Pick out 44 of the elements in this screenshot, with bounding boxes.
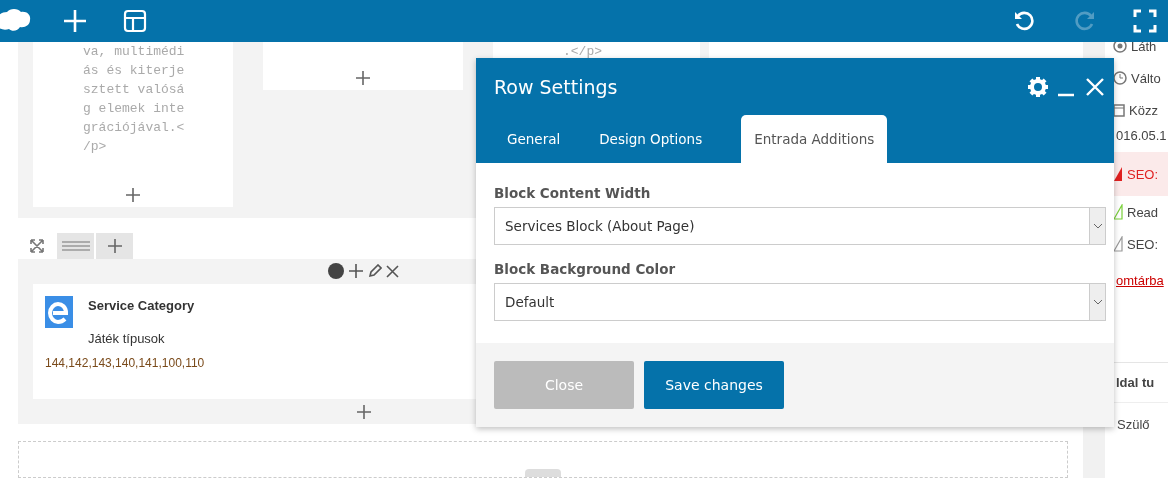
- bar-icon: [1113, 204, 1123, 220]
- field-label: Block Background Color: [494, 261, 677, 277]
- fullscreen-icon[interactable]: [1132, 8, 1158, 34]
- tab[interactable]: Entrada Additions: [741, 115, 888, 163]
- plus-icon[interactable]: [355, 70, 371, 86]
- dialog-title: Row Settings: [494, 75, 619, 98]
- save-button[interactable]: Save changes: [644, 361, 784, 409]
- element-title: Service Category: [88, 297, 195, 313]
- field-label: Block Content Width: [494, 185, 652, 201]
- code-text: va, multimédi ás és kiterje sztett valósá g elemek inte grációjával.< /p>: [82, 43, 185, 156]
- pencil-icon[interactable]: [368, 264, 382, 279]
- layout-icon[interactable]: [122, 8, 148, 34]
- plus-icon[interactable]: [106, 237, 123, 254]
- category-ids: 144,142,143,140,141,100,110: [45, 355, 206, 370]
- sidebar-text: SEO:: [1127, 166, 1159, 182]
- element-logo-icon: [45, 295, 73, 328]
- sidebar-text: Közz: [1129, 102, 1158, 118]
- add-icon[interactable]: [62, 8, 88, 34]
- sidebar-text: SEO:: [1127, 236, 1159, 252]
- tab[interactable]: General: [494, 115, 574, 163]
- settings-icon[interactable]: [1028, 76, 1048, 97]
- plus-icon[interactable]: [125, 187, 141, 203]
- sidebar-text: 016.05.1: [1116, 127, 1167, 143]
- code-text: .</p>: [562, 43, 602, 61]
- drop-handle[interactable]: [525, 469, 561, 477]
- element-subtitle: Játék típusok: [88, 330, 166, 346]
- close-icon[interactable]: [386, 264, 399, 278]
- bar-icon: [1113, 236, 1123, 252]
- columns-icon[interactable]: [57, 232, 94, 259]
- plus-icon[interactable]: [355, 403, 372, 420]
- select-field[interactable]: Services Block (About Page): [494, 207, 1106, 245]
- sidebar-text: Válto: [1131, 70, 1161, 86]
- calendar-icon: [1113, 103, 1125, 117]
- plus-icon[interactable]: [348, 263, 364, 280]
- link[interactable]: omtárba: [1116, 272, 1164, 288]
- field-label: Szülő: [1116, 416, 1151, 432]
- eye-icon: [1113, 42, 1127, 53]
- sidebar-text: Read: [1127, 204, 1159, 220]
- tab[interactable]: Design Options: [586, 115, 716, 163]
- clock-icon: [1113, 71, 1127, 85]
- select-field[interactable]: Default: [494, 283, 1106, 321]
- drag-handle-icon[interactable]: [328, 263, 344, 280]
- add-column-button[interactable]: [96, 232, 133, 259]
- cloud-logo-icon[interactable]: [0, 8, 32, 34]
